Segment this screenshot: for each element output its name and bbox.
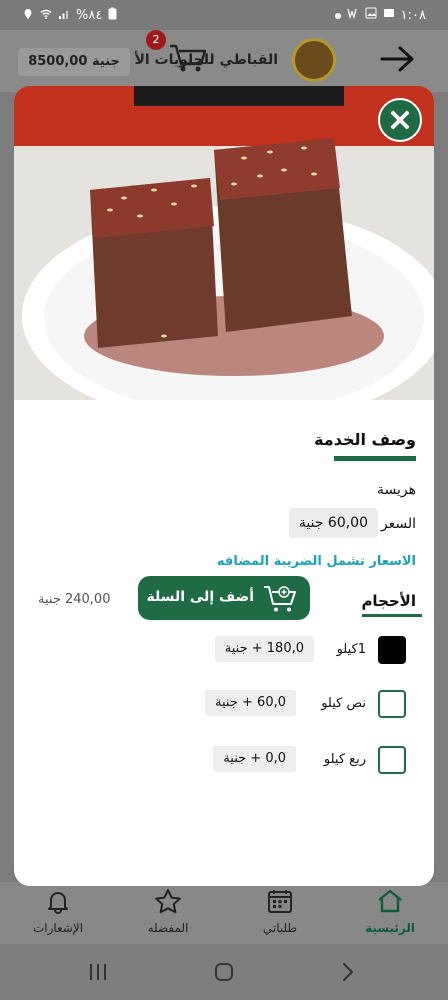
battery-text: %٨٤ bbox=[76, 8, 103, 23]
size-option-1kg[interactable]: 1كيلو 180,0 + جنية bbox=[16, 636, 406, 668]
signal-icon bbox=[58, 8, 70, 24]
size-price: 60,0 + جنية bbox=[205, 690, 296, 716]
clock-text: ١:٠٨ bbox=[400, 7, 426, 23]
basbousa-image bbox=[14, 86, 434, 400]
nav-home-label: الرئيسية bbox=[365, 921, 415, 935]
location-icon bbox=[22, 8, 34, 24]
image-icon bbox=[383, 7, 395, 23]
nav-favorites-label: المفضله bbox=[147, 921, 189, 935]
battery-icon bbox=[108, 7, 117, 24]
sizes-underline bbox=[362, 614, 422, 617]
size-checkbox-1kg[interactable] bbox=[378, 636, 406, 664]
bottom-nav: الرئيسية طلباتي المفضله الإشعارات bbox=[0, 882, 448, 944]
nav-orders[interactable]: طلباتي bbox=[240, 888, 320, 935]
size-label: 1كيلو bbox=[336, 642, 366, 657]
size-option-half-kg[interactable]: نص كيلو 60,0 + جنية bbox=[16, 690, 406, 722]
store-logo bbox=[292, 38, 336, 82]
product-name: هريسة bbox=[377, 482, 416, 498]
cart-count-badge: 2 bbox=[146, 30, 166, 50]
recent-apps-icon[interactable] bbox=[86, 960, 110, 984]
status-right: ١:٠٨ bbox=[334, 7, 426, 23]
wifi-icon bbox=[40, 8, 52, 24]
status-left: %٨٤ bbox=[22, 7, 117, 24]
close-icon bbox=[391, 111, 409, 129]
section-underline bbox=[334, 456, 416, 461]
product-photo bbox=[14, 86, 434, 400]
home-icon bbox=[378, 889, 402, 913]
dot-icon bbox=[334, 8, 341, 23]
status-bar: %٨٤ ١:٠٨ bbox=[0, 0, 448, 30]
app-header: 8500,00 جنية 2 القباطي للحلويات الأ bbox=[0, 30, 448, 92]
nav-notifications[interactable]: الإشعارات bbox=[18, 888, 98, 935]
tax-note: الاسعار تشمل الضريبة المضافه bbox=[216, 554, 416, 569]
app-notification-icon bbox=[347, 7, 359, 23]
nav-notifications-label: الإشعارات bbox=[32, 921, 84, 935]
size-label: نص كيلو bbox=[321, 696, 366, 711]
home-system-icon[interactable] bbox=[212, 960, 236, 984]
size-checkbox-half-kg[interactable] bbox=[378, 690, 406, 718]
bell-icon bbox=[48, 892, 68, 914]
system-nav-bar bbox=[0, 944, 448, 1000]
modal-content: وصف الخدمة هريسة السعر 60,00 جنية الاسعا… bbox=[14, 400, 434, 886]
size-option-quarter-kg[interactable]: ربع كيلو 0,0 + جنية bbox=[16, 746, 406, 778]
store-name: القباطي للحلويات الأ bbox=[134, 52, 278, 68]
calendar-icon bbox=[268, 890, 292, 913]
close-button[interactable] bbox=[378, 98, 422, 142]
gallery-icon bbox=[365, 7, 377, 23]
nav-home[interactable]: الرئيسية bbox=[350, 888, 430, 935]
add-to-cart-label: أضف إلى السلة bbox=[146, 589, 254, 605]
sizes-title: الأحجام bbox=[361, 592, 416, 610]
service-modal: وصف الخدمة هريسة السعر 60,00 جنية الاسعا… bbox=[14, 86, 434, 886]
size-label: ربع كيلو bbox=[323, 752, 366, 767]
back-arrow-icon[interactable] bbox=[378, 42, 418, 76]
nav-favorites[interactable]: المفضله bbox=[128, 888, 208, 935]
price-value: 60,00 جنية bbox=[288, 508, 378, 538]
total-price: 240,00 جنية bbox=[38, 592, 111, 607]
size-checkbox-quarter-kg[interactable] bbox=[378, 746, 406, 774]
size-price: 180,0 + جنية bbox=[214, 636, 314, 662]
add-cart-icon bbox=[264, 586, 296, 612]
star-icon bbox=[155, 889, 181, 914]
size-price: 0,0 + جنية bbox=[213, 746, 296, 772]
section-title: وصف الخدمة bbox=[314, 430, 416, 449]
price-label: السعر bbox=[380, 516, 416, 532]
add-to-cart-button[interactable]: أضف إلى السلة bbox=[138, 576, 310, 620]
back-system-icon[interactable] bbox=[336, 960, 360, 984]
nav-orders-label: طلباتي bbox=[262, 921, 298, 935]
balance-badge: 8500,00 جنية bbox=[18, 48, 130, 76]
